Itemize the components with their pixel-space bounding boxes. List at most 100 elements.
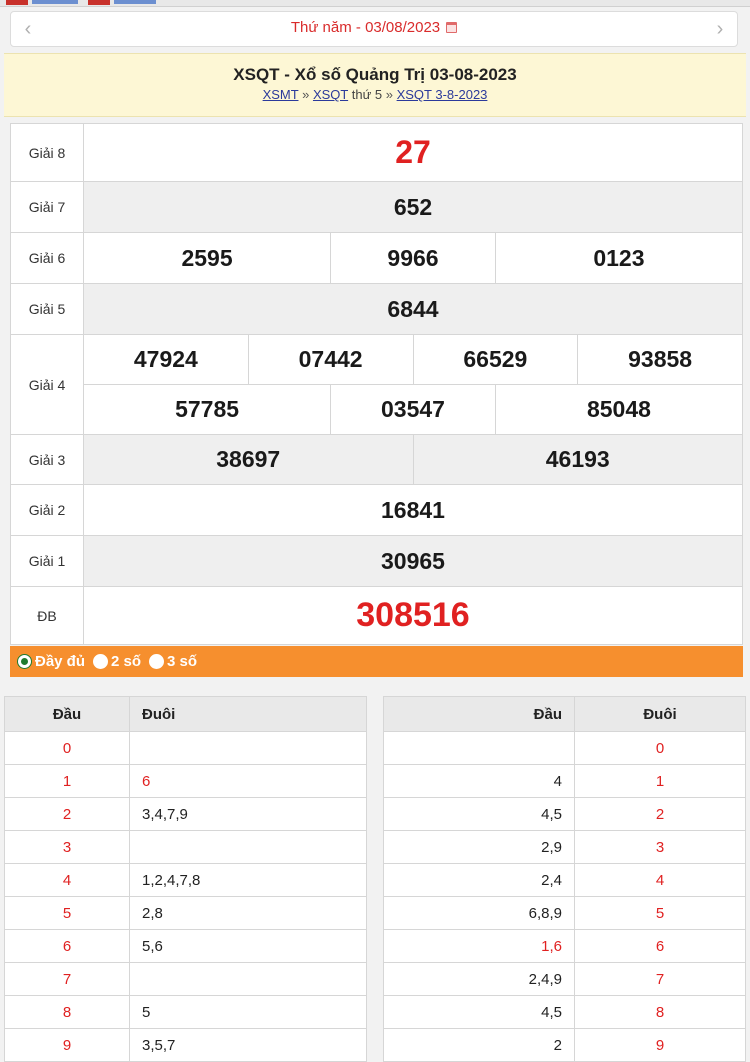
tail-digits: 3,4,7,9: [129, 797, 367, 831]
table-row: 41: [383, 764, 746, 798]
next-date-button[interactable]: ›: [709, 18, 731, 40]
prize-number: 57785: [82, 384, 332, 435]
prize-row-g5: Giải 5 6844: [10, 283, 743, 335]
tail-digit: 6: [574, 929, 746, 963]
tail-digit: 0: [574, 731, 746, 765]
table-header-row: Đầu Đuôi: [383, 696, 746, 732]
prize-number: 38697: [83, 434, 414, 485]
prize-number: 46193: [412, 434, 743, 485]
radio-icon[interactable]: [93, 654, 109, 669]
prize-table: Giải 8 27 Giải 7 652 Giải 6 2595 9966 01…: [10, 123, 744, 645]
home-icon[interactable]: [6, 0, 28, 5]
tail-digits: 5: [129, 995, 367, 1029]
breadcrumb-xsqt-link[interactable]: XSQT: [313, 87, 348, 102]
prize-number: 47924: [83, 334, 249, 385]
prize-row-special: ĐB 308516: [10, 586, 743, 645]
prize-row-g3: Giải 3 38697 46193: [10, 434, 743, 485]
head-digit: 7: [4, 962, 130, 996]
head-digits: [383, 731, 575, 765]
prize-label: Giải 2: [10, 484, 84, 536]
breadcrumb-separator: »: [382, 87, 397, 102]
prize-label: Giải 3: [10, 434, 84, 485]
prize-number: 66529: [412, 334, 579, 385]
table-row: 4,5 2: [383, 797, 746, 831]
radio-selected-icon[interactable]: [17, 654, 32, 669]
prize-row-g7: Giải 7 652: [10, 181, 743, 233]
head-digits: 4,5: [383, 995, 575, 1029]
prize-number: 07442: [247, 334, 414, 385]
tail-digit: 5: [574, 896, 746, 930]
tail-digit: 9: [574, 1028, 746, 1062]
breadcrumb-date-link[interactable]: XSQT 3-8-2023: [397, 87, 488, 102]
breadcrumb-weekday: thứ 5: [348, 87, 383, 102]
prize-label: Giải 4: [10, 334, 84, 435]
prize-label: Giải 7: [10, 181, 84, 233]
head-digits: 4: [383, 764, 575, 798]
option-2-digits[interactable]: 2 số: [93, 653, 141, 670]
current-date[interactable]: Thứ năm - 03/08/2023: [11, 19, 737, 36]
table-row: 7: [4, 962, 367, 996]
loto-head-table: Đầu Đuôi 0 16 2 3,4,7,9 3 4 1,2,4,7,8 5 2,8…: [4, 696, 367, 1062]
table-row: 85: [4, 995, 367, 1029]
prize-number: 85048: [494, 384, 744, 435]
tail-digit: 3: [574, 830, 746, 864]
table-row: 6 5,6: [4, 929, 367, 963]
table-row: 3: [4, 830, 367, 864]
tail-digits: 6: [129, 764, 367, 798]
table-row: 9 3,5,7: [4, 1028, 367, 1062]
tail-digits: 5,6: [129, 929, 367, 963]
prize-number: 03547: [330, 384, 496, 435]
head-digits: 2: [383, 1028, 575, 1062]
column-header-dau: Đầu: [4, 696, 130, 732]
home-link-fragment[interactable]: [32, 0, 78, 4]
prize-row-g4-second: 57785 03547 85048: [11, 384, 744, 435]
prize-label: Giải 1: [10, 535, 84, 587]
option-label: 3 số: [167, 653, 198, 670]
calendar-icon[interactable]: [446, 22, 458, 33]
option-3-digits[interactable]: 3 số: [149, 653, 197, 670]
tail-digit: 8: [574, 995, 746, 1029]
prize-row-g6: Giải 6 2595 9966 0123: [10, 232, 744, 284]
table-row: 29: [383, 1028, 746, 1062]
nav-link-fragment[interactable]: [114, 0, 156, 4]
result-header: XSQT - Xổ số Quảng Trị 03-08-2023 XSMT »…: [4, 53, 746, 117]
tail-digits: 1,2,4,7,8: [129, 863, 367, 897]
radio-icon[interactable]: [149, 654, 165, 669]
head-digits: 2,4,9: [383, 962, 575, 996]
tail-digits: 3,5,7: [129, 1028, 367, 1062]
digit-display-options: Đầy đủ 2 số 3 số: [10, 646, 743, 677]
prize-number: 0123: [494, 232, 744, 284]
option-label: Đầy đủ: [35, 653, 86, 670]
prize-number: 93858: [577, 334, 743, 385]
head-digit: 1: [4, 764, 130, 798]
date-navigator: ‹ Thứ năm - 03/08/2023 ›: [10, 11, 738, 47]
prize-number: 9966: [330, 232, 496, 284]
table-row: 2,9 3: [383, 830, 746, 864]
head-digit: 8: [4, 995, 130, 1029]
table-row: 1,6 6: [383, 929, 746, 963]
table-header-row: Đầu Đuôi: [4, 696, 367, 732]
head-digits: 2,9: [383, 830, 575, 864]
loto-tail-table: Đầu Đuôi 0 41 4,5 2 2,9 3 2,4 4 6,8,9 5 1,6 6…: [383, 696, 746, 1062]
flag-icon[interactable]: [88, 0, 110, 5]
tail-digits: 2,8: [129, 896, 367, 930]
head-digits: 6,8,9: [383, 896, 575, 930]
head-digit: 5: [4, 896, 130, 930]
breadcrumb-xsmt-link[interactable]: XSMT: [263, 87, 299, 102]
option-label: 2 số: [111, 653, 142, 670]
prize-number: 652: [83, 181, 743, 233]
tail-digits: [129, 830, 367, 864]
head-digits: 4,5: [383, 797, 575, 831]
breadcrumb: XSMT » XSQT thứ 5 » XSQT 3-8-2023: [4, 87, 746, 102]
head-digits: 1,6: [383, 929, 575, 963]
option-full[interactable]: Đầy đủ: [17, 653, 85, 670]
prize-row-g4: Giải 4 47924 07442 66529 93858: [10, 334, 743, 435]
tail-digits: [129, 962, 367, 996]
page-title: XSQT - Xổ số Quảng Trị 03-08-2023: [233, 65, 517, 84]
head-digit: 6: [4, 929, 130, 963]
head-digits: 2,4: [383, 863, 575, 897]
prize-number: 6844: [83, 283, 743, 335]
breadcrumb-separator: »: [298, 87, 313, 102]
table-row: 0: [383, 731, 746, 765]
prize-label: ĐB: [10, 586, 84, 645]
